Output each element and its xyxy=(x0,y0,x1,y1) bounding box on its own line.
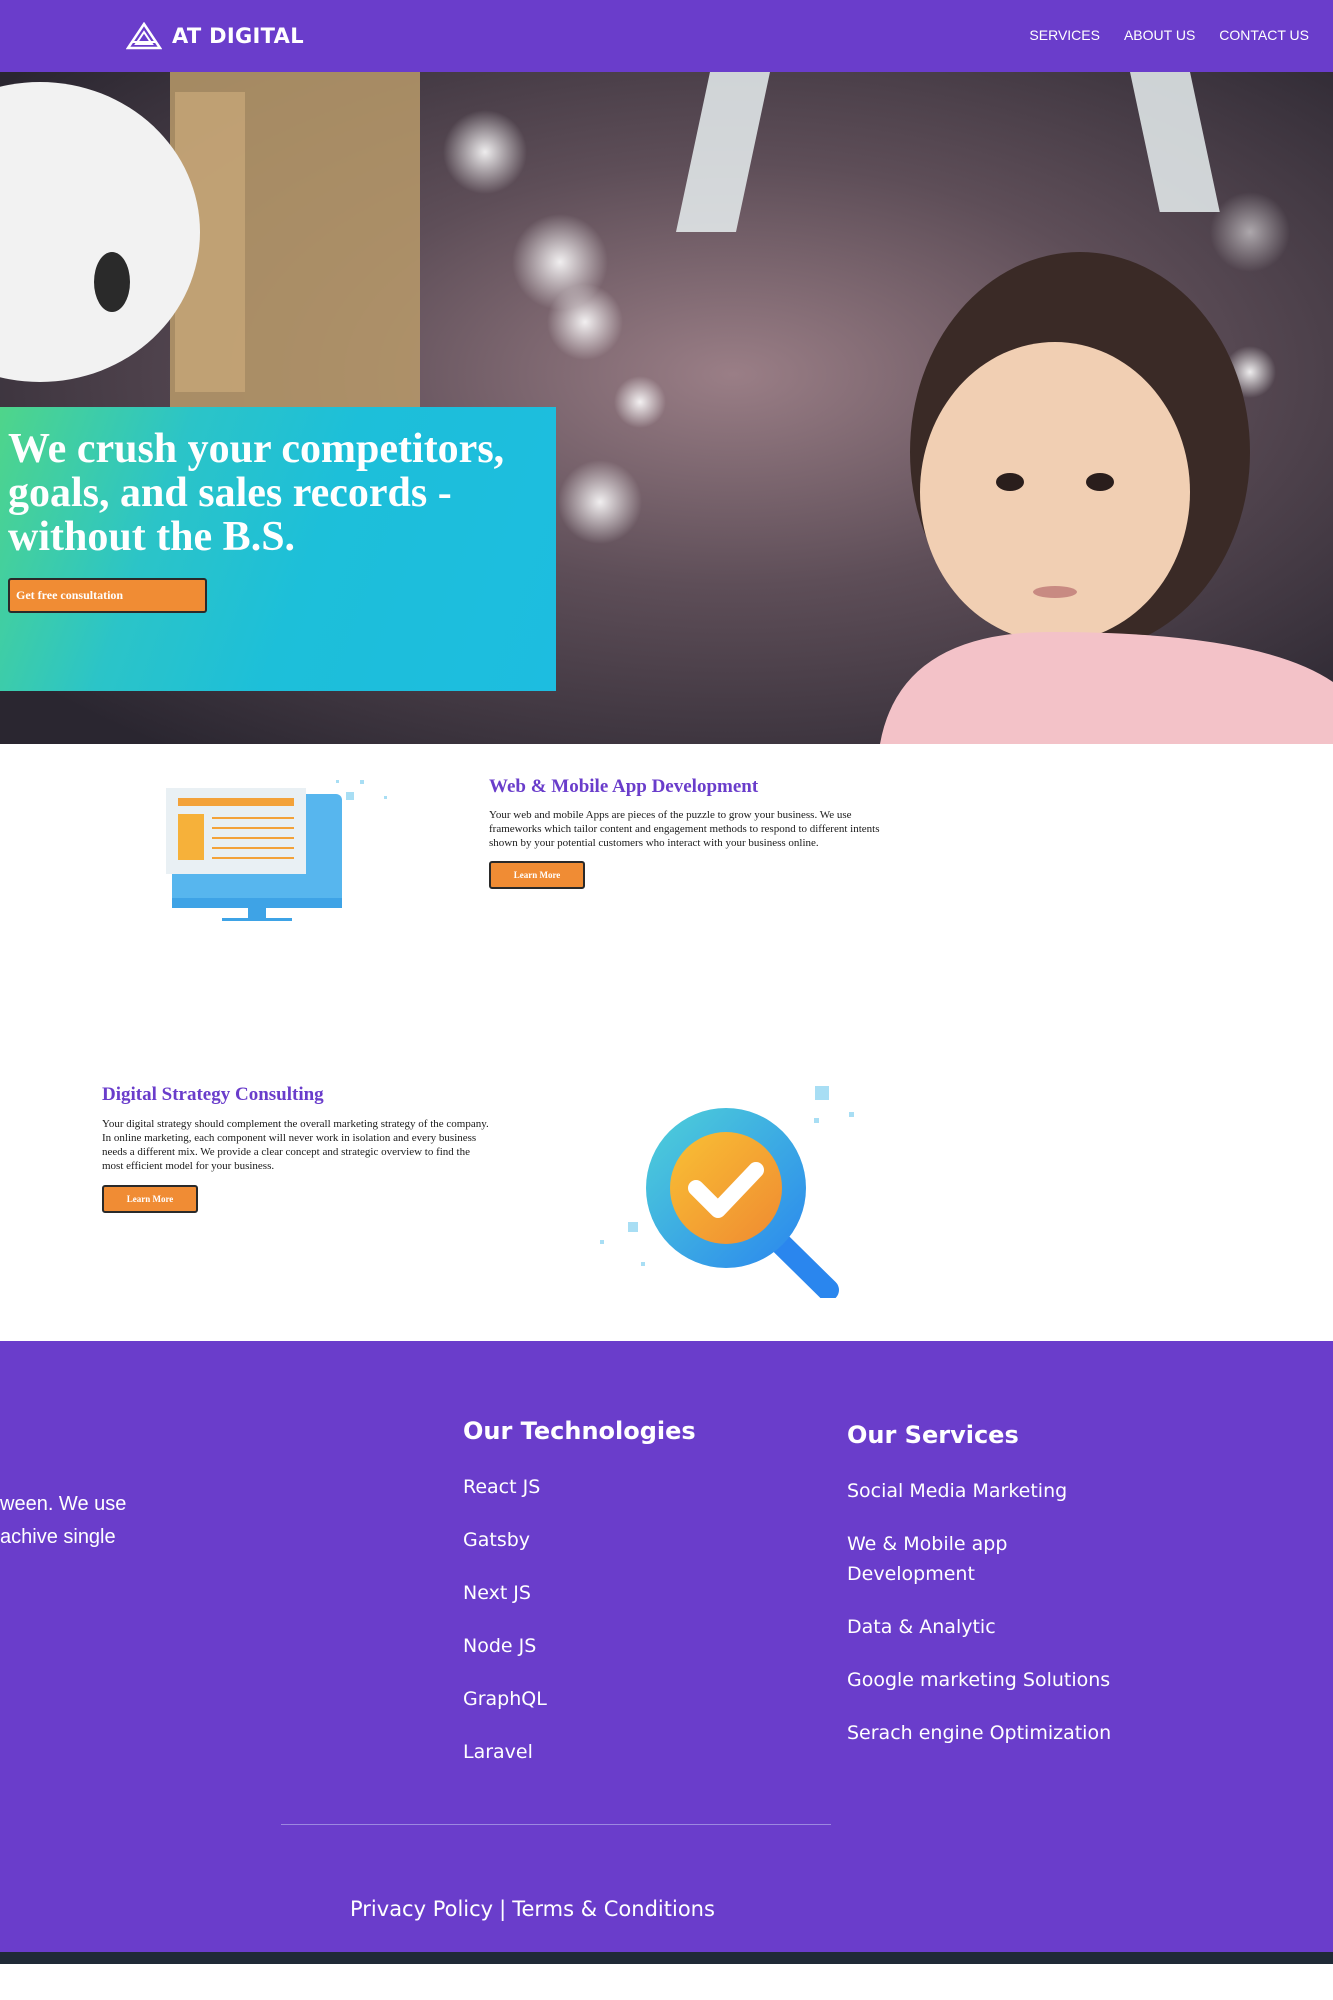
monitor-icon xyxy=(166,780,387,921)
free-consultation-button[interactable]: Get free consultation xyxy=(8,578,207,613)
footer: ween. We use achive single Our Technolog… xyxy=(0,1341,1333,1952)
footer-bottom-bar xyxy=(0,1952,1333,1964)
legal-separator: | xyxy=(499,1897,507,1921)
service-digital-strategy-description: Your digital strategy should complement … xyxy=(102,1118,489,1172)
service-item[interactable]: Google marketing Solutions xyxy=(847,1665,1127,1695)
terms-conditions-link[interactable]: Terms & Conditions xyxy=(512,1897,715,1921)
technology-item[interactable]: React JS xyxy=(463,1472,547,1502)
technology-item[interactable]: Laravel xyxy=(463,1737,547,1767)
service-item[interactable]: Social Media Marketing xyxy=(847,1476,1127,1506)
digital-strategy-learn-more-button[interactable]: Learn More xyxy=(102,1185,198,1213)
service-item[interactable]: Serach engine Optimization xyxy=(847,1718,1127,1748)
technology-item[interactable]: Next JS xyxy=(463,1578,547,1608)
hero-title: We crush your competitors, goals, and sa… xyxy=(8,426,505,560)
service-item[interactable]: Data & Analytic xyxy=(847,1612,1127,1642)
privacy-policy-link[interactable]: Privacy Policy xyxy=(350,1897,493,1921)
technology-item[interactable]: Node JS xyxy=(463,1631,547,1661)
technology-item[interactable]: GraphQL xyxy=(463,1684,547,1714)
service-digital-strategy-title: Digital Strategy Consulting xyxy=(102,1084,324,1105)
hero-headline-box: We crush your competitors, goals, and sa… xyxy=(0,407,556,691)
web-mobile-learn-more-button[interactable]: Learn More xyxy=(489,861,585,889)
footer-about-line: achive single xyxy=(0,1526,116,1548)
footer-about-text: ween. We use achive single xyxy=(0,1488,126,1554)
services-list: Social Media Marketing We & Mobile app D… xyxy=(847,1476,1127,1748)
footer-about-line: ween. We use xyxy=(0,1493,127,1515)
brand-name: AT DIGITAL xyxy=(172,24,304,48)
technology-item[interactable]: Gatsby xyxy=(463,1525,547,1555)
nav-services-link[interactable]: SERVICES xyxy=(1029,27,1100,43)
nav-links: SERVICES ABOUT US CONTACT US xyxy=(1029,27,1309,43)
footer-legal-links: Privacy Policy | Terms & Conditions xyxy=(350,1897,715,1921)
service-item[interactable]: We & Mobile app Development xyxy=(847,1529,1127,1589)
magnifier-check-icon xyxy=(600,1086,854,1298)
service-web-mobile-description: Your web and mobile Apps are pieces of t… xyxy=(489,809,880,849)
top-navbar: AT DIGITAL SERVICES ABOUT US CONTACT US xyxy=(0,0,1333,72)
services-heading: Our Services xyxy=(847,1421,1019,1449)
logo-triangle-icon xyxy=(126,22,162,50)
footer-divider xyxy=(281,1824,831,1825)
brand-logo[interactable]: AT DIGITAL xyxy=(126,20,304,52)
hero-section: We crush your competitors, goals, and sa… xyxy=(0,72,1333,744)
nav-about-link[interactable]: ABOUT US xyxy=(1124,27,1195,43)
technologies-list: React JS Gatsby Next JS Node JS GraphQL … xyxy=(463,1472,547,1767)
technologies-heading: Our Technologies xyxy=(463,1417,696,1445)
service-web-mobile-title: Web & Mobile App Development xyxy=(489,776,759,797)
nav-contact-link[interactable]: CONTACT US xyxy=(1219,27,1309,43)
